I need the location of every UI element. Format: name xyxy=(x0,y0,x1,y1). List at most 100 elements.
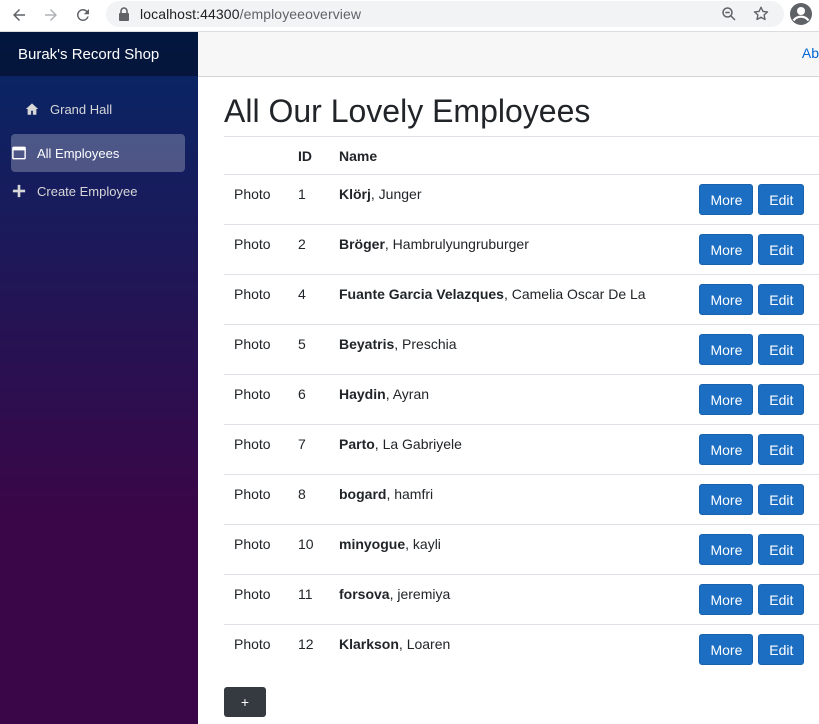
table-row: Photo 10 minyogue, kayli More Edit xyxy=(224,524,819,575)
about-link[interactable]: Ab xyxy=(802,45,819,61)
edit-button[interactable]: Edit xyxy=(758,484,805,515)
more-button[interactable]: More xyxy=(699,634,754,665)
more-button[interactable]: More xyxy=(699,334,754,365)
photo-cell: Photo xyxy=(224,624,298,675)
first-name: , Hambrulyungruburger xyxy=(384,236,529,252)
top-row: Ab xyxy=(198,32,819,77)
profile-icon[interactable] xyxy=(789,2,813,26)
id-cell: 8 xyxy=(298,474,339,525)
name-cell: minyogue, kayli xyxy=(339,524,700,575)
photo-cell: Photo xyxy=(224,574,298,625)
id-cell: 7 xyxy=(298,424,339,475)
first-name: , Preschia xyxy=(394,336,457,352)
edit-button[interactable]: Edit xyxy=(758,434,805,465)
last-name: minyogue xyxy=(339,536,406,552)
edit-button[interactable]: Edit xyxy=(758,334,805,365)
url-path: /employeeoverview xyxy=(239,6,362,22)
first-name: , Loaren xyxy=(398,636,451,652)
more-button[interactable]: More xyxy=(699,534,754,565)
name-cell: Haydin, Ayran xyxy=(339,374,700,425)
sidebar-item-create-employee[interactable]: Create Employee xyxy=(11,172,185,210)
brand-link[interactable]: Burak's Record Shop xyxy=(18,46,159,63)
name-cell: forsova, jeremiya xyxy=(339,574,700,625)
sidebar-item-label: Grand Hall xyxy=(50,101,113,117)
table-row: Photo 4 Fuante Garcia Velazques, Camelia O… xyxy=(224,274,819,325)
sidebar-item-all-employees[interactable]: All Employees xyxy=(11,134,185,172)
more-button[interactable]: More xyxy=(699,584,754,615)
sidebar-item-label: All Employees xyxy=(37,145,120,161)
address-bar[interactable]: localhost:44300/employeeoverview xyxy=(106,1,784,27)
id-cell: 5 xyxy=(298,324,339,375)
photo-cell: Photo xyxy=(224,474,298,525)
table-row: Photo 2 Bröger, Hambrulyungruburger More Ed… xyxy=(224,224,819,275)
name-cell: Beyatris, Preschia xyxy=(339,324,700,375)
table-row: Photo 7 Parto, La Gabriyele More Edit xyxy=(224,424,819,475)
actions-cell: More Edit xyxy=(699,324,819,375)
last-name: Klörj xyxy=(339,186,371,202)
home-icon xyxy=(24,101,40,117)
sidebar-item-grand-hall[interactable]: Grand Hall xyxy=(11,90,185,128)
last-name: Bröger xyxy=(339,236,385,252)
edit-button[interactable]: Edit xyxy=(758,634,805,665)
more-button[interactable]: More xyxy=(699,434,754,465)
first-name: , La Gabriyele xyxy=(374,436,462,452)
actions-cell: More Edit xyxy=(699,424,819,475)
first-name: , jeremiya xyxy=(389,586,451,602)
more-button[interactable]: More xyxy=(699,284,754,315)
first-name: , kayli xyxy=(405,536,441,552)
main-content: All Our Lovely Employees ID Name Photo 1 K… xyxy=(224,77,819,675)
first-name: , Ayran xyxy=(385,386,430,402)
actions-cell: More Edit xyxy=(699,224,819,275)
actions-cell: More Edit xyxy=(699,524,819,575)
actions-cell: More Edit xyxy=(699,374,819,425)
photo-cell: Photo xyxy=(224,174,298,225)
last-name: Parto xyxy=(339,436,375,452)
back-icon[interactable] xyxy=(8,4,30,26)
sidebar: Burak's Record Shop Grand Hall All Emplo… xyxy=(0,32,198,724)
edit-button[interactable]: Edit xyxy=(758,284,805,315)
last-name: bogard xyxy=(339,486,387,502)
id-cell: 11 xyxy=(298,574,339,625)
browser-toolbar: localhost:44300/employeeoverview xyxy=(0,0,819,32)
table-row: Photo 6 Haydin, Ayran More Edit xyxy=(224,374,819,425)
edit-button[interactable]: Edit xyxy=(758,584,805,615)
name-cell: Klörj, Junger xyxy=(339,174,700,225)
name-cell: Klarkson, Loaren xyxy=(339,624,700,675)
more-button[interactable]: More xyxy=(699,234,754,265)
first-name: , Junger xyxy=(370,186,422,202)
table-row: Photo 5 Beyatris, Preschia More Edit xyxy=(224,324,819,375)
edit-button[interactable]: Edit xyxy=(758,534,805,565)
reload-icon[interactable] xyxy=(72,4,94,26)
id-cell: 12 xyxy=(298,624,339,675)
more-button[interactable]: More xyxy=(699,384,754,415)
add-employee-button[interactable]: + xyxy=(224,687,266,717)
browser-window-icon xyxy=(11,145,27,161)
sidebar-item-label: Create Employee xyxy=(37,183,138,199)
photo-cell: Photo xyxy=(224,224,298,275)
actions-cell: More Edit xyxy=(699,574,819,625)
forward-icon[interactable] xyxy=(40,4,62,26)
edit-button[interactable]: Edit xyxy=(758,234,805,265)
last-name: Fuante Garcia Velazques xyxy=(339,286,504,302)
page-title: All Our Lovely Employees xyxy=(224,93,591,129)
last-name: forsova xyxy=(339,586,390,602)
id-cell: 10 xyxy=(298,524,339,575)
brand-bar: Burak's Record Shop xyxy=(0,32,198,76)
column-header-id: ID xyxy=(298,136,339,175)
bookmark-star-icon[interactable] xyxy=(752,5,770,23)
table-row: Photo 8 bogard, hamfri More Edit xyxy=(224,474,819,525)
column-header-actions xyxy=(699,136,819,175)
photo-cell: Photo xyxy=(224,524,298,575)
id-cell: 1 xyxy=(298,174,339,225)
edit-button[interactable]: Edit xyxy=(758,384,805,415)
photo-cell: Photo xyxy=(224,274,298,325)
actions-cell: More Edit xyxy=(699,274,819,325)
name-cell: bogard, hamfri xyxy=(339,474,700,525)
photo-cell: Photo xyxy=(224,324,298,375)
more-button[interactable]: More xyxy=(699,184,754,215)
first-name: , Camelia Oscar De La xyxy=(503,286,646,302)
more-button[interactable]: More xyxy=(699,484,754,515)
edit-button[interactable]: Edit xyxy=(758,184,805,215)
employee-table: ID Name Photo 1 Klörj, Junger More Edit Phot… xyxy=(224,136,819,675)
zoom-icon[interactable] xyxy=(720,5,738,23)
